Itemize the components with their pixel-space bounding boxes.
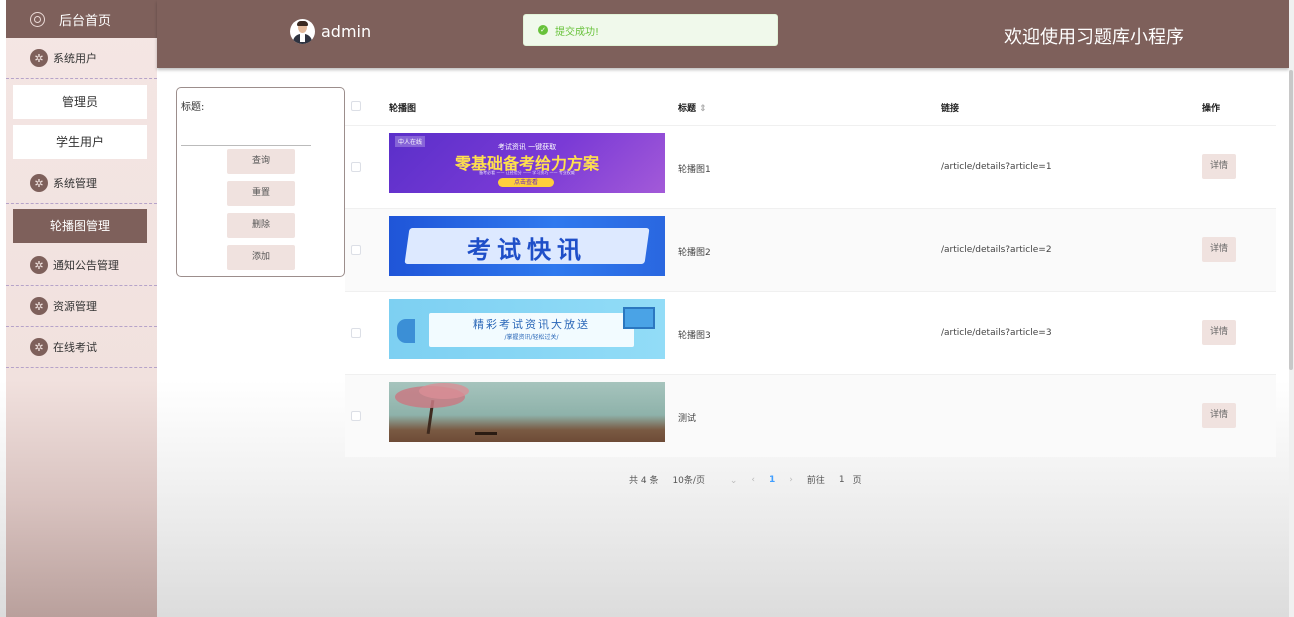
menu-icon: ✲ [30,338,48,356]
row-link: /article/details?article=1 [941,162,1052,172]
home-icon [30,11,45,27]
sidebar-item-banner-management[interactable]: 轮播图管理 [13,209,147,243]
goto-label: 前往 [806,476,825,486]
input-underline [181,145,311,146]
scrollbar-thumb[interactable] [1289,70,1293,370]
col-title[interactable]: 标题 ⇕ [678,101,707,114]
title-label: 标题: [181,102,205,113]
goto-page-input[interactable]: 1 [839,475,845,485]
col-link: 链接 [941,104,960,114]
table-row: 精彩考试资讯大放送 /掌握资讯/轻松过关/ 轮播图3 /article/deta… [345,291,1276,374]
menu-notice-management[interactable]: ✲ 通知公告管理 [6,245,157,286]
row-title: 测试 [678,414,697,424]
sidebar-item-students[interactable]: 学生用户 [13,125,147,159]
menu-online-exam-label: 在线考试 [53,341,97,354]
menu-system-management[interactable]: ✲ 系统管理 [6,163,157,204]
col-action: 操作 [1202,104,1221,114]
title-search-input[interactable] [181,116,311,142]
page-scrollbar[interactable] [1289,0,1294,617]
prev-page-icon[interactable]: ‹ [751,475,755,485]
toast-message: 提交成功! [555,26,600,38]
sidebar: 后台首页 ✲ 系统用户 管理员 学生用户 ✲ 系统管理 轮播图管理 ✲ 通知公告… [6,0,157,617]
menu-system-users[interactable]: ✲ 系统用户 [6,38,157,79]
menu-system-users-label: 系统用户 [53,52,97,65]
row-checkbox[interactable] [351,411,361,421]
reset-button[interactable]: 重置 [227,181,295,206]
sidebar-home[interactable]: 后台首页 [6,0,157,38]
menu-resource-management[interactable]: ✲ 资源管理 [6,286,157,327]
check-circle-icon: ✓ [538,25,548,35]
pagination: 共 4 条 10条/页 ⌄ ‹ 1 › 前往 1 页 [629,473,876,487]
detail-button[interactable]: 详情 [1202,403,1236,428]
sidebar-item-admin[interactable]: 管理员 [13,85,147,119]
username: admin [321,22,372,41]
detail-button[interactable]: 详情 [1202,154,1236,179]
table-header: 轮播图 标题 ⇕ 链接 操作 [345,87,1276,125]
query-button[interactable]: 查询 [227,149,295,174]
banner-table: 轮播图 标题 ⇕ 链接 操作 中人在线 考试资讯 一键获取 零基础备考给力方案 … [345,87,1276,457]
select-all-checkbox[interactable] [351,101,361,111]
sort-icon: ⇕ [699,104,707,114]
detail-button[interactable]: 详情 [1202,237,1236,262]
banner-image-4 [389,382,665,442]
table-row: 测试 详情 [345,374,1276,457]
row-title: 轮播图3 [678,331,711,341]
detail-button[interactable]: 详情 [1202,320,1236,345]
row-title: 轮播图1 [678,165,711,175]
delete-button[interactable]: 删除 [227,213,295,238]
menu-resource-management-label: 资源管理 [53,300,97,313]
row-title: 轮播图2 [678,248,711,258]
menu-icon: ✲ [30,256,48,274]
page-size-select[interactable]: 10条/页 ⌄ [672,473,737,486]
menu-online-exam[interactable]: ✲ 在线考试 [6,327,157,368]
menu-icon: ✲ [30,49,48,67]
sidebar-home-label: 后台首页 [59,13,112,29]
row-checkbox[interactable] [351,162,361,172]
search-panel: 标题: 查询 重置 删除 添加 [176,87,345,277]
page-unit-label: 页 [852,476,862,486]
col-image: 轮播图 [389,104,417,114]
table-row: 中人在线 考试资讯 一键获取 零基础备考给力方案 备考必看 —— 让经验分 ——… [345,125,1276,208]
avatar [290,19,315,44]
banner-image-1: 中人在线 考试资讯 一键获取 零基础备考给力方案 备考必看 —— 让经验分 ——… [389,133,665,193]
row-checkbox[interactable] [351,328,361,338]
row-link: /article/details?article=3 [941,328,1052,338]
menu-system-management-label: 系统管理 [53,177,97,190]
next-page-icon[interactable]: › [789,475,793,485]
pagination-total: 共 4 条 [629,476,659,486]
success-toast: ✓ 提交成功! [523,14,778,46]
page-title: 欢迎使用习题库小程序 [1004,27,1184,48]
menu-icon: ✲ [30,297,48,315]
add-button[interactable]: 添加 [227,245,295,270]
table-row: 考试快讯 轮播图2 /article/details?article=2 详情 [345,208,1276,291]
banner-image-3: 精彩考试资讯大放送 /掌握资讯/轻松过关/ [389,299,665,359]
row-link: /article/details?article=2 [941,245,1052,255]
user-info[interactable]: admin [290,19,371,44]
row-checkbox[interactable] [351,245,361,255]
menu-notice-management-label: 通知公告管理 [53,259,119,272]
banner-image-2: 考试快讯 [389,216,665,276]
page-number-current[interactable]: 1 [769,475,775,485]
menu-icon: ✲ [30,174,48,192]
chevron-down-icon: ⌄ [729,476,738,486]
